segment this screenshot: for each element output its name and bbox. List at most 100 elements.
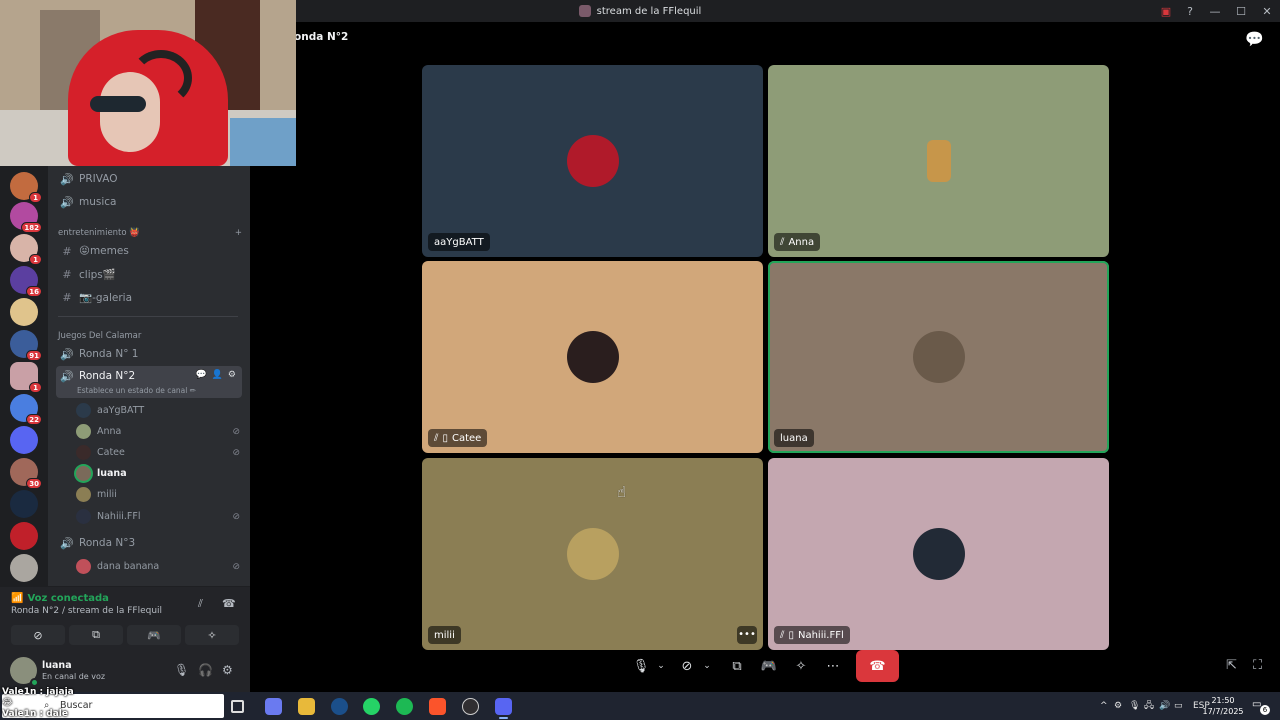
signal-icon: 📶 bbox=[11, 593, 24, 604]
video-tile-milii[interactable]: milii ••• bbox=[422, 458, 763, 650]
server-icon-1[interactable]: 1 bbox=[10, 172, 42, 203]
hangup-button[interactable]: ☎ bbox=[856, 650, 899, 682]
voice-user[interactable]: Catee ⊘ bbox=[76, 443, 240, 462]
server-icon-6[interactable]: 91 bbox=[10, 330, 42, 361]
server-icon-7[interactable]: 1 bbox=[10, 362, 42, 393]
mic-icon[interactable]: 🎙 bbox=[1129, 701, 1144, 711]
voice-user[interactable]: dana banana ⊘ bbox=[76, 557, 240, 576]
discord-icon[interactable] bbox=[495, 698, 512, 719]
voice-user[interactable]: aaYgBATT bbox=[76, 401, 240, 420]
tray-app-icon[interactable]: ⚙ bbox=[1114, 701, 1129, 711]
file-explorer-icon[interactable] bbox=[298, 698, 315, 715]
close-button[interactable]: ✕ bbox=[1254, 0, 1280, 22]
voice-channel-privao[interactable]: 🔊 PRIVAO bbox=[56, 169, 242, 189]
server-icon-13[interactable] bbox=[10, 554, 38, 582]
voice-status[interactable]: 📶 Voz conectada bbox=[11, 593, 109, 604]
popout-icon[interactable]: ⇱ bbox=[1226, 658, 1237, 673]
chevron-up-icon[interactable]: ^ bbox=[1100, 701, 1114, 711]
mic-icon[interactable]: 🎙 bbox=[628, 659, 654, 674]
brave-icon[interactable] bbox=[429, 698, 446, 715]
whatsapp-icon[interactable] bbox=[363, 698, 380, 715]
video-tile-nahiii[interactable]: ⫽ ▯ Nahiii.FFl bbox=[768, 458, 1109, 650]
video-tile-aaygbatt[interactable]: aaYgBATT bbox=[422, 65, 763, 257]
voice-user[interactable]: Nahiii.FFl ⊘ bbox=[76, 507, 240, 526]
hashtag-icon: # bbox=[62, 244, 72, 258]
task-view-icon[interactable] bbox=[231, 700, 244, 713]
voice-user[interactable]: luana bbox=[76, 464, 240, 483]
text-channel-galeria[interactable]: # 📷-galeria bbox=[56, 287, 242, 307]
nameplate: ⫽ ▯ Nahiii.FFl bbox=[774, 626, 850, 644]
fullscreen-icon[interactable]: ⛶ bbox=[1253, 658, 1262, 673]
server-icon-12[interactable] bbox=[10, 522, 38, 550]
voice-user[interactable]: milii bbox=[76, 485, 240, 504]
gear-icon[interactable]: ⚙ bbox=[228, 370, 236, 380]
server-icon-8[interactable]: 22 bbox=[10, 394, 42, 425]
volume-icon[interactable]: 🔊 bbox=[1159, 701, 1174, 711]
mic-icon[interactable]: 🎙 bbox=[174, 663, 189, 677]
video-tile-anna[interactable]: ⫽ Anna bbox=[768, 65, 1109, 257]
hashtag-icon: # bbox=[62, 290, 72, 304]
display-icon[interactable]: ▭ bbox=[1174, 701, 1189, 711]
add-channel-icon[interactable]: + bbox=[235, 228, 242, 238]
minimize-button[interactable]: — bbox=[1202, 0, 1228, 22]
voice-channel-ronda1[interactable]: 🔊 Ronda N° 1 bbox=[56, 344, 242, 364]
clock[interactable]: 21:50 17/7/2025 bbox=[1200, 695, 1246, 717]
noise-suppression-icon[interactable]: ⫽ bbox=[198, 597, 203, 611]
more-options-icon[interactable]: ••• bbox=[737, 626, 757, 644]
deafened-icon: ⊘ bbox=[232, 426, 240, 437]
maximize-button[interactable]: ☐ bbox=[1228, 0, 1254, 22]
server-icon-9[interactable] bbox=[10, 426, 38, 454]
category-entretenimiento[interactable]: entretenimiento 👹 + bbox=[58, 228, 242, 238]
avatar bbox=[566, 331, 619, 383]
server-icon-4[interactable]: 16 bbox=[10, 266, 42, 297]
obs-icon[interactable] bbox=[462, 698, 479, 715]
invite-icon[interactable]: 👤 bbox=[212, 370, 223, 380]
steam-icon[interactable] bbox=[331, 698, 348, 715]
video-tile-luana[interactable]: luana bbox=[768, 261, 1109, 453]
activities-icon[interactable]: 🎮 bbox=[756, 659, 782, 674]
camera-off-icon[interactable]: ⊘ bbox=[674, 659, 700, 674]
soundboard-button[interactable]: ✧ bbox=[185, 625, 239, 645]
server-icon-10[interactable]: 30 bbox=[10, 458, 42, 489]
inbox-icon[interactable]: ▣ bbox=[1154, 0, 1178, 22]
help-icon[interactable]: ? bbox=[1178, 0, 1202, 22]
headphones-icon[interactable]: 🎧 bbox=[198, 663, 213, 677]
user-name[interactable]: luana bbox=[42, 660, 72, 671]
server-icon-2[interactable]: 182 bbox=[10, 202, 42, 233]
soundboard-icon[interactable]: ✧ bbox=[788, 659, 814, 674]
chat-icon[interactable]: 💬 bbox=[195, 370, 206, 380]
voice-user[interactable]: Anna ⊘ bbox=[76, 422, 240, 441]
user-label: aaYgBATT bbox=[97, 405, 145, 416]
category-label: Juegos Del Calamar bbox=[58, 331, 142, 341]
server-icon-5[interactable] bbox=[10, 298, 38, 326]
text-channel-memes[interactable]: # 😝memes bbox=[56, 241, 242, 261]
voice-channel-ronda3[interactable]: 🔊 Ronda N°3 bbox=[56, 533, 242, 553]
webcam-glasses bbox=[90, 96, 146, 112]
channel-label: Ronda N°3 bbox=[79, 537, 136, 549]
server-icon-3[interactable]: 1 bbox=[10, 234, 42, 265]
chat-icon[interactable]: 💬 bbox=[1245, 30, 1264, 48]
network-icon[interactable]: 🖧 bbox=[1144, 698, 1159, 714]
notification-icon[interactable]: ▭ 6 bbox=[1252, 699, 1270, 715]
camera-button[interactable]: ⊘ bbox=[11, 625, 65, 645]
chevron-down-icon[interactable]: ⌄ bbox=[700, 661, 714, 671]
voice-location[interactable]: Ronda N°2 / stream de la FFlequil bbox=[11, 606, 162, 616]
chevron-down-icon[interactable]: ⌄ bbox=[654, 661, 668, 671]
screenshare-button[interactable]: ⧉ bbox=[69, 625, 123, 645]
gear-icon[interactable]: ⚙ bbox=[222, 663, 233, 677]
activities-button[interactable]: 🎮 bbox=[127, 625, 181, 645]
text-channel-clips[interactable]: # clips🎬 bbox=[56, 264, 242, 284]
divider bbox=[58, 316, 238, 317]
more-icon[interactable]: ⋯ bbox=[820, 659, 846, 674]
voice-channel-musica[interactable]: 🔊 musica bbox=[56, 192, 242, 212]
category-calamar[interactable]: Juegos Del Calamar bbox=[58, 331, 242, 341]
online-status-icon bbox=[30, 678, 39, 687]
deafened-icon: ⊘ bbox=[232, 511, 240, 522]
disconnect-icon[interactable]: ☎ bbox=[222, 597, 236, 610]
screenshare-icon[interactable]: ⧉ bbox=[724, 659, 750, 674]
server-icon-11[interactable] bbox=[10, 490, 38, 518]
copilot-icon[interactable] bbox=[265, 698, 282, 715]
video-tile-catee[interactable]: ⫽ ▯ Catee bbox=[422, 261, 763, 453]
spotify-icon[interactable] bbox=[396, 698, 413, 715]
channel-status[interactable]: Establece un estado de canal ✏ bbox=[77, 386, 196, 395]
